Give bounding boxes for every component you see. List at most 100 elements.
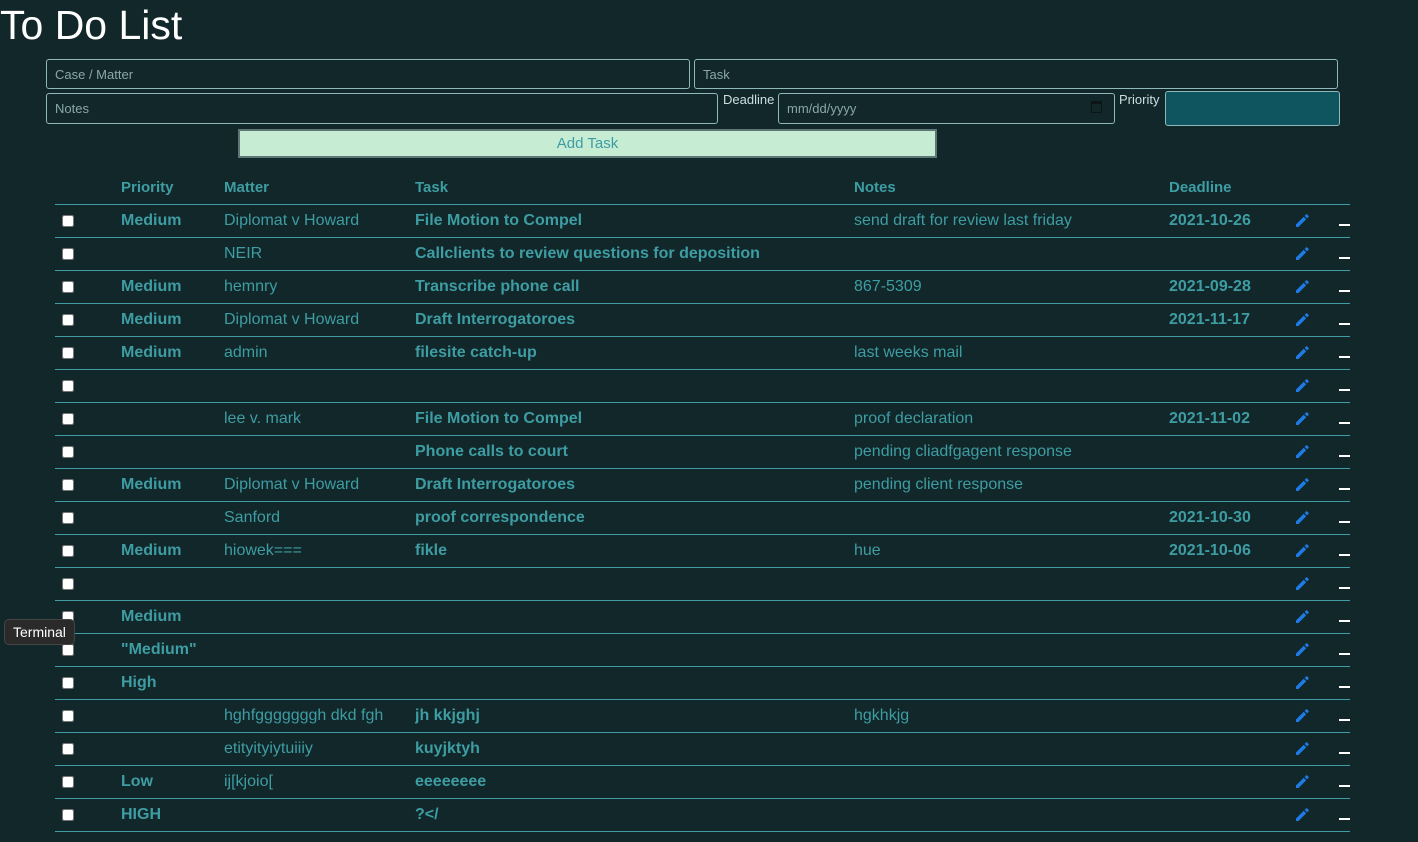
row-edit-cell [1287,303,1317,337]
minus-icon[interactable] [1339,718,1350,721]
row-checkbox[interactable] [62,709,74,722]
minus-icon[interactable] [1339,817,1350,820]
row-checkbox[interactable] [62,379,74,392]
row-checkbox[interactable] [62,775,74,788]
minus-icon[interactable] [1339,223,1350,226]
deadline-placeholder: mm/dd/yyyy [787,101,857,116]
pencil-icon[interactable] [1293,575,1311,593]
pencil-icon[interactable] [1293,443,1311,461]
minus-icon[interactable] [1339,586,1350,589]
deadline-date-input[interactable]: mm/dd/yyyy [778,93,1115,124]
pencil-icon[interactable] [1293,674,1311,692]
minus-icon[interactable] [1339,355,1350,358]
row-checkbox[interactable] [62,478,74,491]
table-row: High [55,666,1350,700]
row-matter: hiowek=== [224,534,415,568]
minus-icon[interactable] [1339,421,1350,424]
row-notes [854,732,1169,766]
minus-icon[interactable] [1339,685,1350,688]
row-notes: 867-5309 [854,270,1169,304]
row-delete-cell [1317,204,1350,238]
minus-icon[interactable] [1339,256,1350,259]
row-task: kuyjktyh [415,732,854,766]
header-matter: Matter [224,171,415,205]
row-delete-cell [1317,798,1350,832]
row-checkbox[interactable] [62,676,74,689]
priority-select[interactable] [1165,91,1340,126]
pencil-icon[interactable] [1293,773,1311,791]
row-deadline [1169,567,1287,601]
row-task: Draft Interrogatoroes [415,468,854,502]
table-row: Medium Diplomat v Howard File Motion to Co… [55,204,1350,238]
row-checkbox[interactable] [62,544,74,557]
row-checkbox[interactable] [62,247,74,260]
row-deadline [1169,369,1287,403]
row-checkbox-cell [55,402,121,436]
pencil-icon[interactable] [1293,740,1311,758]
row-edit-cell [1287,798,1317,832]
row-checkbox[interactable] [62,742,74,755]
notes-input[interactable] [46,93,718,124]
add-task-button[interactable]: Add Task [238,129,937,158]
table-row [55,369,1350,403]
page-title: To Do List [0,2,183,48]
pencil-icon[interactable] [1293,245,1311,263]
row-priority: Medium [121,303,224,337]
row-notes [854,501,1169,535]
row-notes [854,303,1169,337]
pencil-icon[interactable] [1293,509,1311,527]
minus-icon[interactable] [1339,520,1350,523]
row-checkbox[interactable] [62,346,74,359]
row-deadline [1169,468,1287,502]
row-task [415,633,854,667]
table-row: Medium Diplomat v Howard Draft Interrogato… [55,468,1350,502]
row-checkbox-cell [55,303,121,337]
pencil-icon[interactable] [1293,410,1311,428]
pencil-icon[interactable] [1293,311,1311,329]
minus-icon[interactable] [1339,454,1350,457]
row-checkbox[interactable] [62,577,74,590]
row-edit-cell [1287,336,1317,370]
pencil-icon[interactable] [1293,344,1311,362]
pencil-icon[interactable] [1293,212,1311,230]
minus-icon[interactable] [1339,619,1350,622]
minus-icon[interactable] [1339,388,1350,391]
minus-icon[interactable] [1339,652,1350,655]
task-table: Priority Matter Task Notes Deadline Medi… [55,171,1350,832]
pencil-icon[interactable] [1293,377,1311,395]
pencil-icon[interactable] [1293,806,1311,824]
task-input[interactable] [694,59,1338,89]
minus-icon[interactable] [1339,784,1350,787]
row-priority [121,402,224,436]
row-notes: pending client response [854,468,1169,502]
row-checkbox[interactable] [62,643,74,656]
row-checkbox[interactable] [62,214,74,227]
pencil-icon[interactable] [1293,542,1311,560]
header-select [55,171,121,205]
minus-icon[interactable] [1339,487,1350,490]
pencil-icon[interactable] [1293,278,1311,296]
pencil-icon[interactable] [1293,608,1311,626]
row-checkbox[interactable] [62,511,74,524]
row-task: fikle [415,534,854,568]
row-checkbox[interactable] [62,412,74,425]
calendar-icon[interactable] [1091,101,1102,113]
minus-icon[interactable] [1339,751,1350,754]
row-matter: hghfgggggggh dkd fgh [224,699,415,733]
minus-icon[interactable] [1339,289,1350,292]
row-checkbox[interactable] [62,808,74,821]
row-notes [854,237,1169,271]
row-task: filesite catch-up [415,336,854,370]
case-matter-input[interactable] [46,59,690,89]
minus-icon[interactable] [1339,553,1350,556]
row-priority [121,567,224,601]
row-delete-cell [1317,567,1350,601]
row-checkbox[interactable] [62,280,74,293]
row-checkbox[interactable] [62,313,74,326]
pencil-icon[interactable] [1293,641,1311,659]
row-task: eeeeeeee [415,765,854,799]
pencil-icon[interactable] [1293,707,1311,725]
row-checkbox[interactable] [62,445,74,458]
minus-icon[interactable] [1339,322,1350,325]
pencil-icon[interactable] [1293,476,1311,494]
